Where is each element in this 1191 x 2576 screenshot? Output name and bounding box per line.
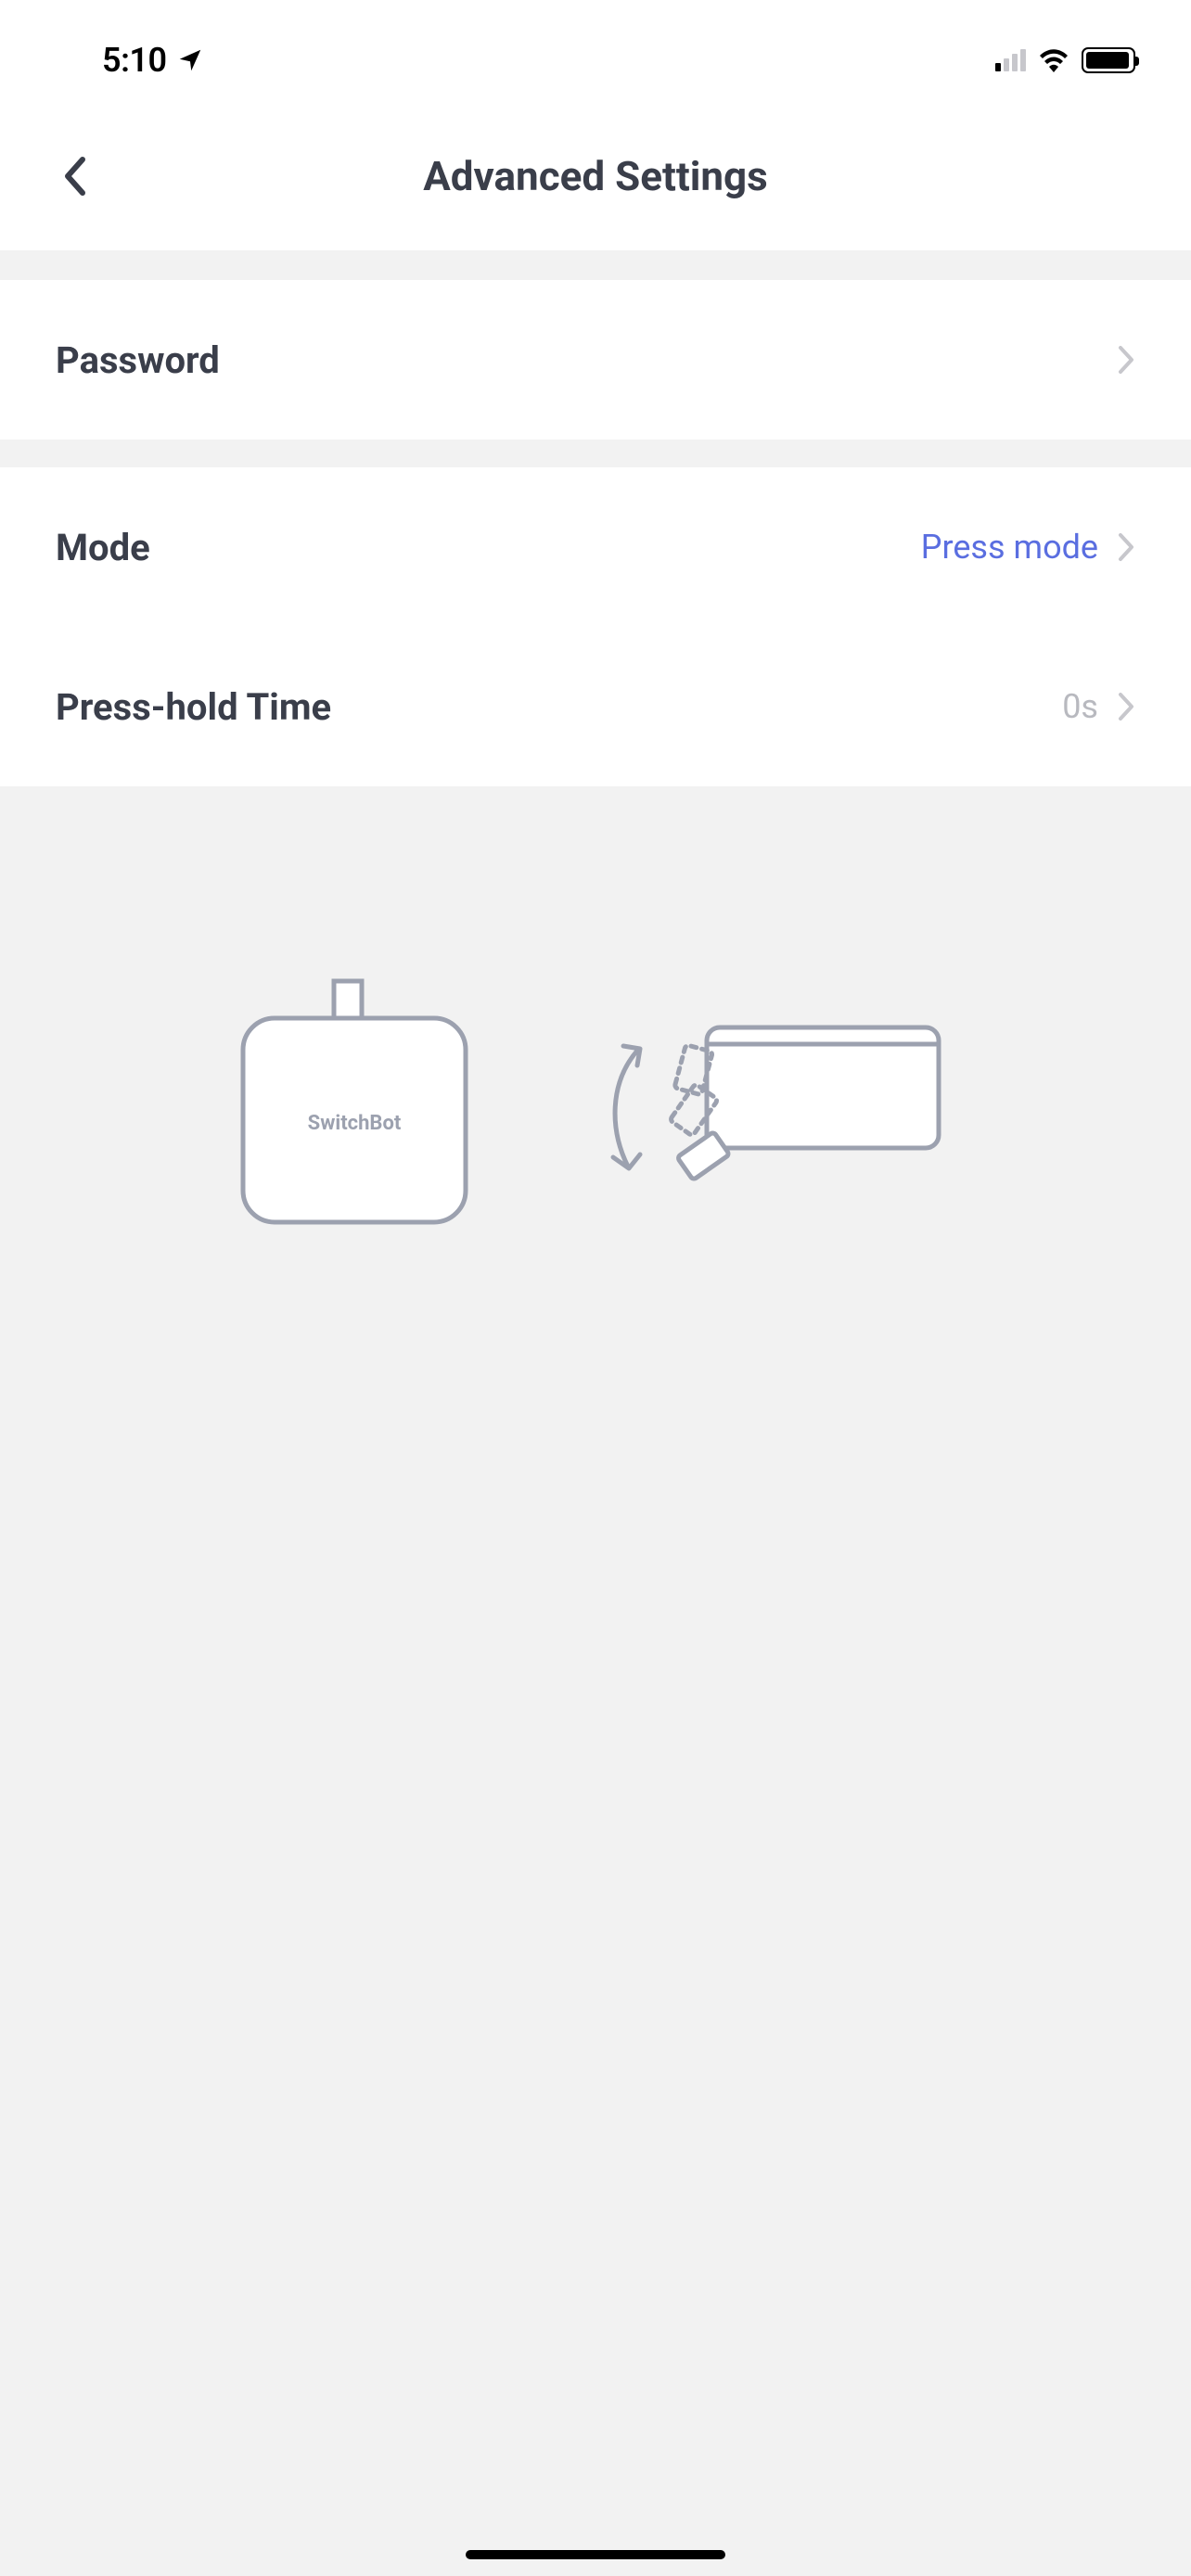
cellular-signal-icon [995,49,1026,71]
chevron-right-icon [1117,531,1135,563]
mode-row[interactable]: Mode Press mode [0,467,1191,627]
wifi-icon [1037,48,1070,72]
row-right [1117,344,1135,376]
switchbot-device-icon: SwitchBot [234,972,475,1231]
status-bar: 5:10 [0,0,1191,102]
location-icon [176,46,204,74]
row-right: 0s [1062,687,1135,726]
press-hold-value: 0s [1062,687,1098,726]
status-right [995,47,1135,73]
status-time: 5:10 [102,41,167,80]
mode-illustration: SwitchBot [0,786,1191,1231]
status-left: 5:10 [102,41,204,80]
password-label: Password [56,338,220,382]
device-label: SwitchBot [308,1112,402,1135]
password-row[interactable]: Password [0,280,1191,440]
press-action-icon [586,972,957,1231]
home-indicator[interactable] [466,2550,725,2559]
page-title: Advanced Settings [0,152,1191,200]
settings-group-1: Password [0,280,1191,440]
nav-header: Advanced Settings [0,102,1191,250]
mode-label: Mode [56,526,150,569]
chevron-right-icon [1117,691,1135,722]
mode-value: Press mode [921,528,1098,567]
row-right: Press mode [921,528,1135,567]
press-hold-label: Press-hold Time [56,685,331,729]
chevron-right-icon [1117,344,1135,376]
press-hold-time-row[interactable]: Press-hold Time 0s [0,627,1191,786]
chevron-left-icon [62,156,86,197]
battery-icon [1082,47,1135,73]
settings-group-2: Mode Press mode Press-hold Time 0s [0,467,1191,786]
back-button[interactable] [46,148,102,204]
